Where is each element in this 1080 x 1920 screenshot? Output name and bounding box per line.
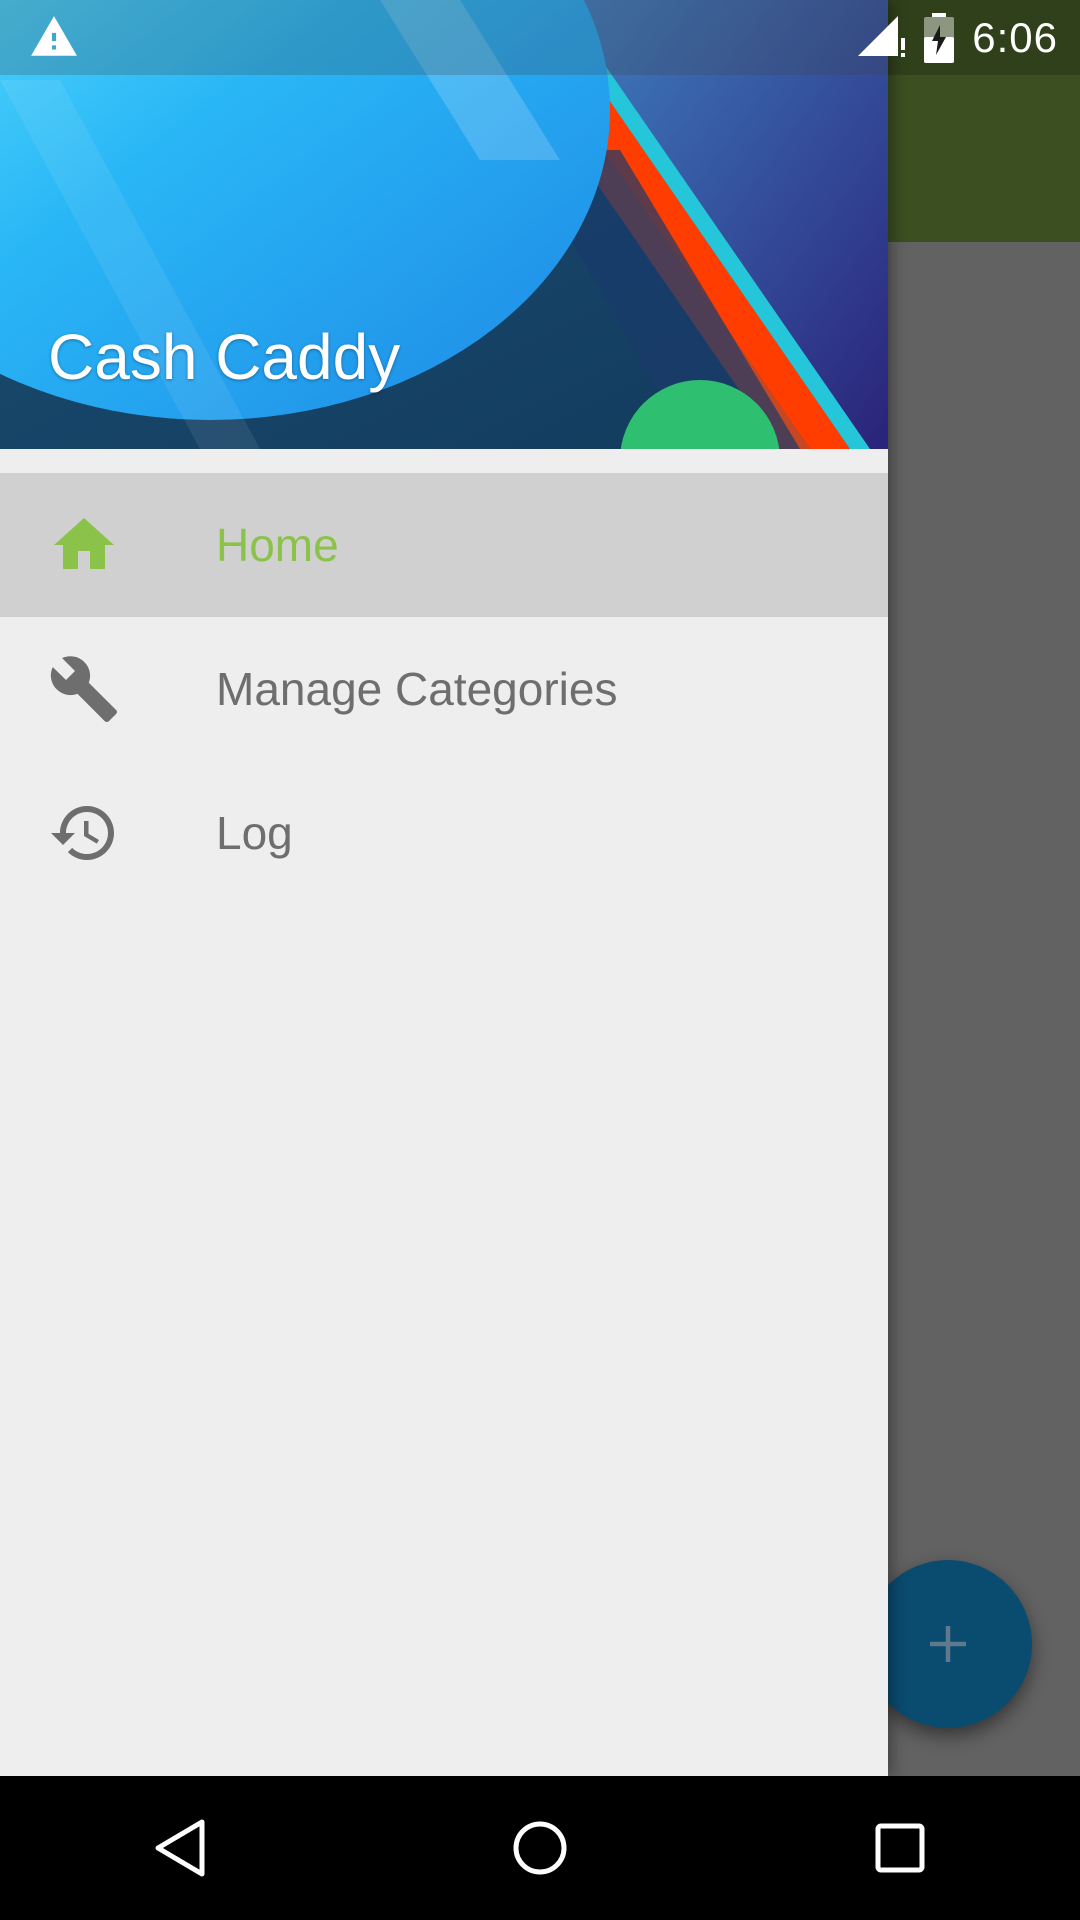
drawer-item-home[interactable]: Home bbox=[0, 473, 888, 617]
home-icon bbox=[54, 518, 114, 569]
back-button[interactable] bbox=[120, 1788, 240, 1908]
status-bar: 6:06 bbox=[0, 0, 1080, 75]
drawer-item-manage-categories[interactable]: Manage Categories bbox=[0, 617, 888, 761]
home-button[interactable] bbox=[480, 1788, 600, 1908]
system-navigation-bar bbox=[0, 1776, 1080, 1920]
drawer-item-log[interactable]: Log bbox=[0, 761, 888, 905]
drawer-menu: Home Manage Categories Log bbox=[0, 473, 888, 905]
warning-icon bbox=[31, 16, 77, 56]
home-circle-icon bbox=[513, 1821, 567, 1875]
drawer-item-label: Log bbox=[216, 807, 293, 859]
navigation-drawer: Cash Caddy Home Manage Categories Log bbox=[0, 0, 888, 1776]
recents-button[interactable] bbox=[840, 1788, 960, 1908]
wrench-icon bbox=[50, 656, 117, 722]
add-fab-button[interactable] bbox=[864, 1560, 1032, 1728]
drawer-item-label: Manage Categories bbox=[216, 663, 618, 715]
back-icon bbox=[155, 1819, 205, 1877]
status-time: 6:06 bbox=[972, 13, 1058, 61]
app-name-title: Cash Caddy bbox=[48, 321, 401, 393]
history-icon bbox=[51, 806, 114, 860]
signal-icon bbox=[858, 15, 906, 57]
drawer-item-label: Home bbox=[216, 519, 339, 571]
recents-icon bbox=[875, 1823, 925, 1873]
plus-icon bbox=[930, 1626, 966, 1662]
battery-charging-icon bbox=[924, 12, 955, 63]
